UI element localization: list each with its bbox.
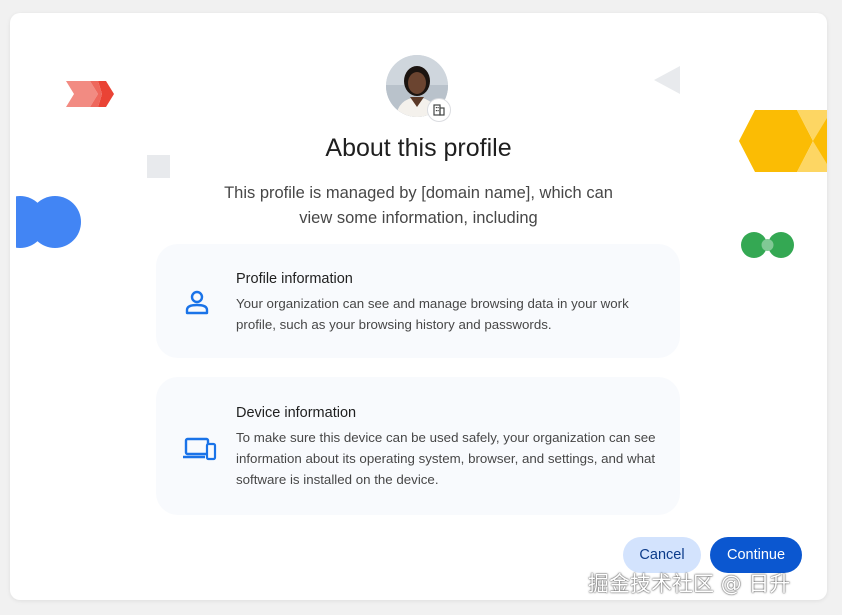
person-icon <box>185 290 209 315</box>
card-title: Profile information <box>236 271 353 287</box>
blue-circles-decoration <box>10 195 81 249</box>
card-description: Your organization can see and manage bro… <box>236 296 629 332</box>
profile-information-card: Profile information Your organization ca… <box>156 244 680 358</box>
devices-icon <box>183 437 217 461</box>
red-arrow-decoration <box>66 81 114 107</box>
card-title: Device information <box>236 405 357 421</box>
dialog-title: About this profile <box>325 134 512 162</box>
device-information-card: Device information To make sure this dev… <box>156 377 680 515</box>
card-description: To make sure this device can be used saf… <box>236 430 656 487</box>
gray-triangle-decoration <box>654 66 680 94</box>
watermark-text: 掘金技术社区 @ 日升 <box>588 572 791 596</box>
about-profile-dialog: About this profile This profile is manag… <box>10 13 827 600</box>
dialog-subtitle: This profile is managed by [domain name]… <box>224 184 613 227</box>
green-circles-decoration <box>741 232 794 258</box>
building-icon <box>427 98 451 122</box>
